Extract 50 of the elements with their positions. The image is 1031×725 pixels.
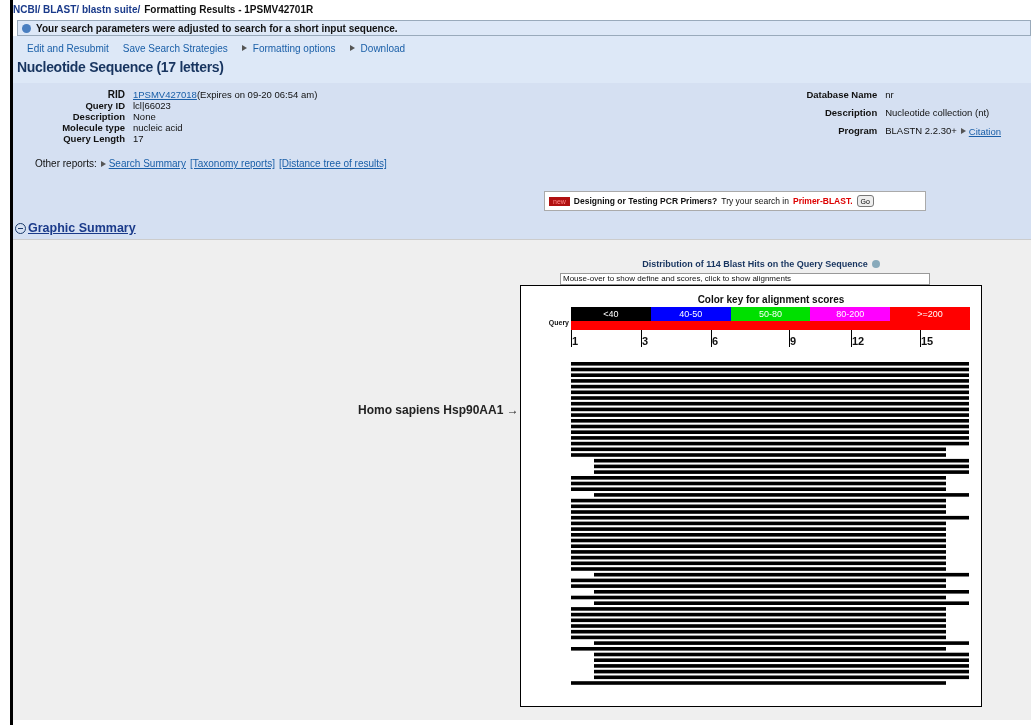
field-label: Database Name <box>806 89 878 102</box>
axis-tick: 12 <box>851 330 866 347</box>
axis-tick: 9 <box>789 330 804 347</box>
report-link[interactable]: [Distance tree of results] <box>279 158 387 169</box>
expiry-note: (Expires on 09-20 06:54 am) <box>196 89 318 100</box>
score-key: 40-50 <box>650 307 731 321</box>
field-label: Query Length <box>62 133 125 144</box>
rid-link[interactable]: 1PSMV427018 <box>133 89 197 100</box>
notice-text: Your search parameters were adjusted to search for a short input sequence. <box>36 22 398 34</box>
axis-tick: 15 <box>920 330 935 347</box>
field-value: BLASTN 2.2.30+ <box>885 125 957 137</box>
report-link[interactable]: Search Summary <box>100 158 186 169</box>
field-value: None <box>133 111 156 122</box>
distribution-title: Distribution of 114 Blast Hits on the Query Sequence <box>642 259 868 269</box>
hit-annotation: Homo sapiens Hsp90AA1 → <box>358 403 519 417</box>
graphic-summary-link[interactable]: Graphic Summary <box>28 221 136 235</box>
breadcrumb[interactable]: NCBI/ BLAST/ blastn suite/ <box>13 3 141 15</box>
field-label: Program <box>837 125 878 139</box>
report-link[interactable]: [Taxonomy reports] <box>189 158 275 169</box>
axis-tick: 3 <box>641 330 656 347</box>
axis-tick: 6 <box>711 330 726 347</box>
page-title: Formatting Results - 1PSMV42701R <box>144 3 314 15</box>
field-value: lcl|66023 <box>133 100 171 111</box>
info-icon <box>22 23 31 33</box>
action-link[interactable]: Save Search Strategies <box>122 41 228 55</box>
field-label: Molecule type <box>61 122 125 133</box>
field-label: RID <box>106 89 125 100</box>
banner-text: Try your search in <box>721 196 789 206</box>
triangle-icon <box>100 160 106 167</box>
score-key: <40 <box>571 307 651 321</box>
field-label: Query ID <box>84 100 125 111</box>
score-key: 80-200 <box>810 307 891 321</box>
section-heading: Nucleotide Sequence (17 letters) <box>13 55 1031 83</box>
triangle-icon <box>960 128 966 135</box>
action-link[interactable]: Edit and Resubmit <box>27 41 109 55</box>
field-label: Description <box>71 111 125 122</box>
score-key: >=200 <box>890 307 970 321</box>
citation-link[interactable]: Citation <box>960 125 1001 137</box>
field-value: Nucleotide collection (nt) <box>885 107 990 119</box>
banner-question: Designing or Testing PCR Primers? <box>573 196 718 206</box>
hint-field: Mouse-over to show define and scores, click to show alignments <box>560 273 930 285</box>
reports-label: Other reports: <box>35 158 97 169</box>
axis-tick: 1 <box>571 330 586 347</box>
field-value: nr <box>885 89 894 100</box>
field-value: nucleic acid <box>133 122 183 133</box>
color-key-title: Color key for alignment scores <box>696 294 846 305</box>
score-key: 50-80 <box>730 307 811 321</box>
primer-blast-link[interactable]: Primer-BLAST. <box>793 196 853 206</box>
field-label: Description <box>823 107 878 121</box>
field-value: 17 <box>133 133 144 144</box>
